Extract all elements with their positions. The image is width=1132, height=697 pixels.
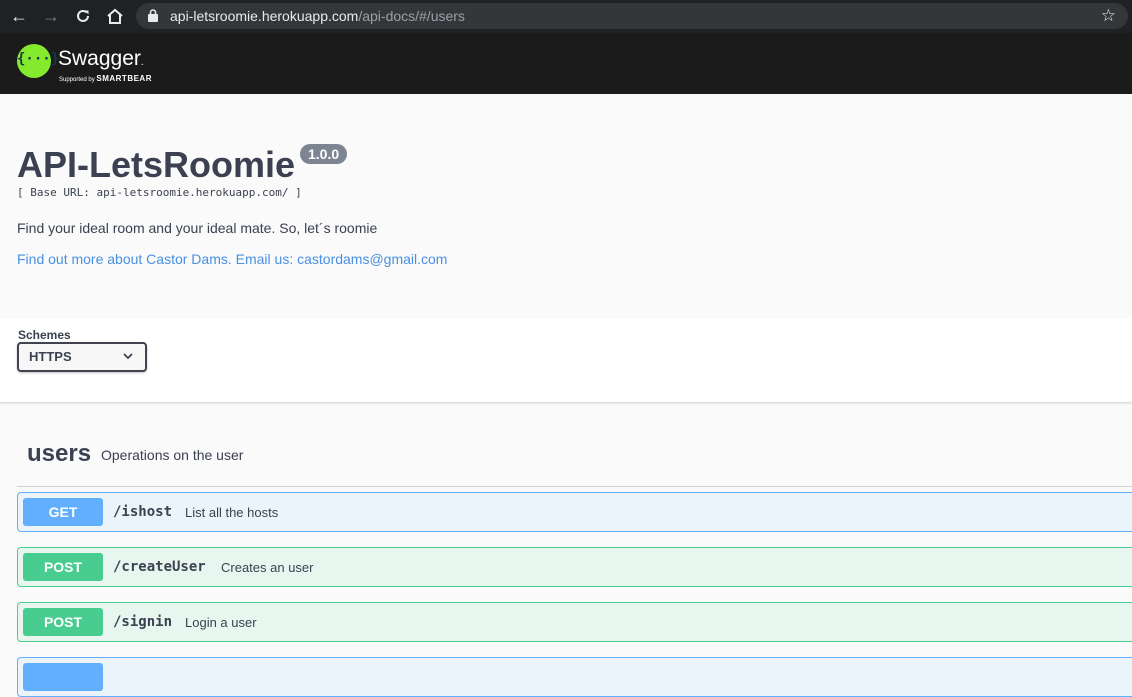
reload-icon[interactable]	[70, 4, 96, 28]
operation-partial[interactable]	[17, 657, 1132, 697]
tag-name: users	[27, 440, 92, 467]
brand-name[interactable]: Swagger.	[58, 47, 144, 71]
base-url: [ Base URL: api-letsroomie.herokuapp.com…	[17, 186, 302, 199]
schemes-selected-value: HTTPS	[29, 349, 72, 364]
forward-arrow-icon[interactable]: →	[38, 4, 64, 28]
browser-toolbar: ← → api-letsroomie.herokuapp.com/api-doc…	[0, 0, 1132, 33]
schemes-section: Schemes HTTPS	[0, 318, 1132, 403]
method-badge: GET	[23, 498, 103, 526]
tag-header-users[interactable]: users Operations on the user	[17, 426, 1132, 487]
operation-post-createuser[interactable]: POST /createUser Creates an user	[17, 547, 1132, 587]
operation-summary: Login a user	[185, 615, 257, 630]
tag-description: Operations on the user	[101, 447, 244, 463]
method-badge: POST	[23, 608, 103, 636]
swagger-topbar: {···} Swagger. Supported by SMARTBEAR	[0, 33, 1132, 94]
url-text: api-letsroomie.herokuapp.com/api-docs/#/…	[170, 8, 465, 24]
lock-icon	[148, 9, 158, 22]
method-badge: POST	[23, 553, 103, 581]
contact-link[interactable]: Find out more about Castor Dams. Email u…	[17, 251, 447, 267]
operation-path: /createUser	[113, 559, 206, 575]
operation-summary: Creates an user	[221, 560, 314, 575]
operation-path: /ishost	[113, 504, 173, 520]
home-icon[interactable]	[102, 4, 128, 28]
chevron-down-icon	[123, 353, 133, 360]
operation-get-ishost[interactable]: GET /ishost List all the hosts	[17, 492, 1132, 532]
back-arrow-icon[interactable]: ←	[6, 4, 32, 28]
schemes-label: Schemes	[18, 328, 71, 342]
swagger-logo-icon[interactable]: {···}	[17, 44, 59, 78]
api-title: API-LetsRoomie	[17, 144, 296, 185]
operation-post-signin[interactable]: POST /signin Login a user	[17, 602, 1132, 642]
api-info: API-LetsRoomie 1.0.0 [ Base URL: api-let…	[0, 94, 1132, 318]
operation-summary: List all the hosts	[185, 505, 279, 520]
address-bar[interactable]: api-letsroomie.herokuapp.com/api-docs/#/…	[136, 3, 1128, 29]
api-description: Find your ideal room and your ideal mate…	[17, 220, 378, 236]
operation-path: /signin	[113, 614, 173, 630]
star-icon[interactable]: ☆	[1101, 6, 1116, 26]
schemes-select[interactable]: HTTPS	[17, 342, 147, 372]
brand-subtitle: Supported by SMARTBEAR	[59, 74, 152, 83]
method-badge	[23, 663, 103, 691]
version-badge: 1.0.0	[300, 144, 348, 164]
